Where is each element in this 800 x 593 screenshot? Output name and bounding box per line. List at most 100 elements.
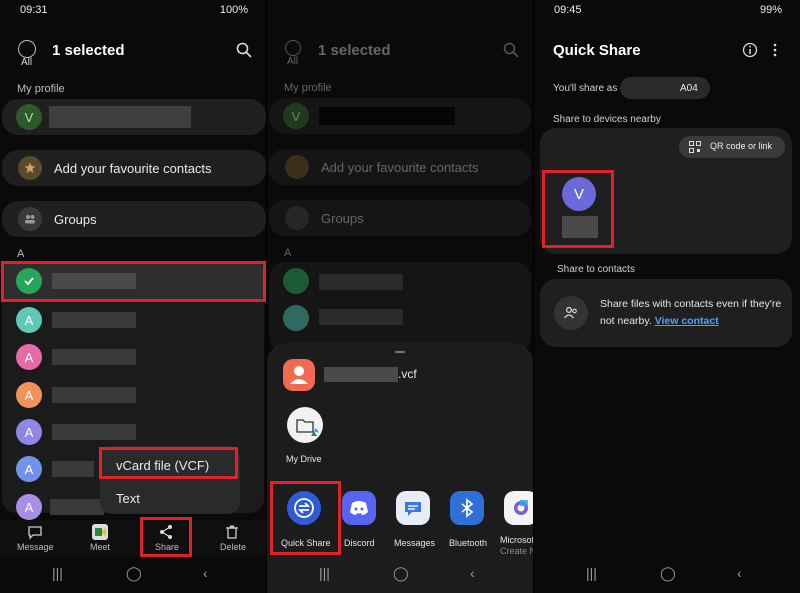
my-drive-label[interactable]: My Drive bbox=[286, 454, 322, 464]
qr-button-label: QR code or link bbox=[710, 141, 773, 151]
share-as-name-field[interactable]: A04 bbox=[620, 77, 710, 99]
messages-icon[interactable] bbox=[396, 491, 430, 525]
my-profile-card: V bbox=[269, 98, 531, 134]
highlight-selected-contact bbox=[1, 261, 266, 302]
avatar: V bbox=[16, 104, 42, 130]
section-my-profile: My profile bbox=[284, 82, 332, 94]
home-button[interactable]: ◯ bbox=[393, 565, 409, 582]
add-favourites-label: Add your favourite contacts bbox=[54, 161, 212, 176]
quick-share-panel: 09:45 99% Quick Share You'll share as A0… bbox=[534, 0, 800, 593]
qr-icon bbox=[689, 141, 701, 153]
contacts-panel: 09:31 100% All 1 selected My profile V A… bbox=[0, 0, 266, 593]
view-contact-link[interactable]: View contact bbox=[655, 315, 719, 327]
app-label-messages[interactable]: Messages bbox=[394, 538, 435, 548]
info-icon[interactable] bbox=[742, 42, 758, 58]
back-button[interactable]: ‹ bbox=[737, 565, 742, 581]
redacted-name bbox=[52, 461, 94, 477]
search-icon[interactable] bbox=[236, 42, 252, 58]
status-time: 09:31 bbox=[20, 4, 48, 16]
page-title: Quick Share bbox=[553, 42, 641, 59]
contact-row[interactable]: A bbox=[2, 380, 264, 410]
groups-label: Groups bbox=[321, 211, 364, 226]
highlight-device bbox=[542, 170, 614, 248]
avatar: A bbox=[16, 456, 42, 482]
page-title: 1 selected bbox=[318, 42, 391, 59]
redacted-name bbox=[319, 107, 455, 125]
share-sheet-panel: All 1 selected My profile V Add your fav… bbox=[267, 0, 533, 593]
avatar: A bbox=[16, 419, 42, 445]
select-all-label: All bbox=[21, 57, 33, 68]
add-favourites-card[interactable]: Add your favourite contacts bbox=[2, 150, 266, 186]
groups-card[interactable]: Groups bbox=[2, 201, 266, 237]
back-button[interactable]: ‹ bbox=[470, 565, 475, 581]
discord-icon[interactable] bbox=[342, 491, 376, 525]
drag-handle[interactable] bbox=[395, 351, 405, 353]
search-icon bbox=[503, 42, 519, 58]
redacted-name bbox=[49, 106, 191, 128]
menu-item-text[interactable]: Text bbox=[116, 491, 140, 506]
contacts-section-label: Share to contacts bbox=[557, 264, 635, 275]
avatar: A bbox=[16, 494, 42, 520]
action-delete-label[interactable]: Delete bbox=[220, 542, 246, 552]
groups-icon bbox=[18, 207, 42, 231]
section-letter-a: A bbox=[284, 247, 292, 259]
drive-folder-icon[interactable] bbox=[287, 407, 323, 443]
home-button[interactable]: ◯ bbox=[660, 565, 676, 582]
redacted-name bbox=[52, 424, 136, 440]
highlight-quick-share bbox=[270, 481, 341, 555]
highlight-vcard-option bbox=[99, 447, 238, 479]
nearby-section-label: Share to devices nearby bbox=[553, 114, 661, 125]
star-icon bbox=[18, 156, 42, 180]
avatar: A bbox=[16, 307, 42, 333]
home-button[interactable]: ◯ bbox=[126, 565, 142, 582]
add-favourites-card: Add your favourite contacts bbox=[269, 149, 531, 185]
star-icon bbox=[285, 155, 309, 179]
section-my-profile: My profile bbox=[17, 83, 65, 95]
status-bar: 09:31 100% bbox=[0, 4, 266, 18]
redacted-filename bbox=[324, 367, 398, 382]
contacts-description: Share files with contacts even if they'r… bbox=[600, 296, 790, 330]
share-as-value: A04 bbox=[680, 83, 698, 94]
action-message-label[interactable]: Message bbox=[17, 542, 54, 552]
redacted-name bbox=[52, 349, 136, 365]
more-vert-icon[interactable] bbox=[770, 42, 780, 58]
share-sheet: .vcf My Drive Quick Share Discord Messag… bbox=[267, 343, 533, 593]
redacted-name bbox=[319, 309, 403, 325]
contact-row[interactable]: A bbox=[2, 305, 264, 335]
section-letter-a: A bbox=[17, 248, 25, 260]
groups-card: Groups bbox=[269, 200, 531, 236]
bluetooth-icon[interactable] bbox=[450, 491, 484, 525]
delete-icon[interactable] bbox=[224, 524, 240, 540]
groups-icon bbox=[285, 206, 309, 230]
my-profile-card[interactable]: V bbox=[2, 99, 266, 135]
qr-button[interactable]: QR code or link bbox=[679, 136, 785, 158]
app-label-discord[interactable]: Discord bbox=[344, 538, 375, 548]
people-icon bbox=[554, 296, 588, 330]
recents-button[interactable]: ||| bbox=[52, 565, 63, 581]
status-battery: 99% bbox=[759, 4, 782, 16]
share-to-contacts-card[interactable]: Share files with contacts even if they'r… bbox=[540, 279, 792, 347]
contact-row[interactable]: A bbox=[2, 342, 264, 372]
redacted-name bbox=[319, 274, 403, 290]
page-title: 1 selected bbox=[52, 42, 125, 59]
select-all-label: All bbox=[287, 56, 299, 67]
recents-button[interactable]: ||| bbox=[586, 565, 597, 581]
meet-icon[interactable] bbox=[92, 524, 108, 540]
app-label-microsoft[interactable]: Microsof bbox=[500, 535, 533, 545]
status-battery: 100% bbox=[219, 4, 248, 16]
avatar bbox=[283, 305, 309, 331]
microsoft-icon[interactable] bbox=[504, 491, 533, 525]
status-bar: 09:45 99% bbox=[534, 4, 800, 18]
message-icon[interactable] bbox=[27, 524, 43, 540]
share-as-label: You'll share as bbox=[553, 83, 618, 94]
contact-row[interactable]: A bbox=[2, 417, 264, 447]
recents-button[interactable]: ||| bbox=[319, 565, 330, 581]
app-label-bluetooth[interactable]: Bluetooth bbox=[449, 538, 487, 548]
back-button[interactable]: ‹ bbox=[203, 565, 208, 581]
action-meet-label[interactable]: Meet bbox=[90, 542, 110, 552]
status-time: 09:45 bbox=[554, 4, 582, 16]
app-sublabel-create: Create N bbox=[500, 546, 533, 556]
select-all-checkbox[interactable] bbox=[18, 40, 36, 58]
redacted-name bbox=[50, 499, 104, 515]
file-extension: .vcf bbox=[398, 367, 417, 381]
